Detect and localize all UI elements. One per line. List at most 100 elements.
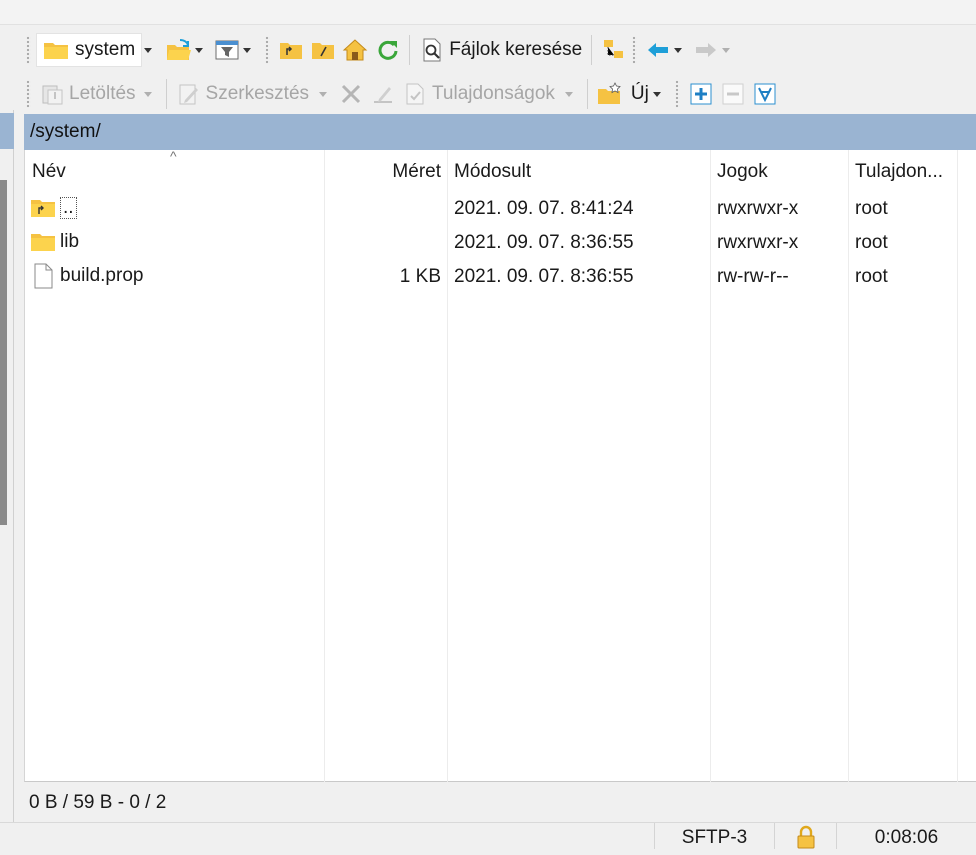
edit-button[interactable]: Szerkesztés <box>173 78 335 110</box>
column-header-owner[interactable]: Tulajdon... <box>848 150 957 192</box>
download-dropdown-arrow[interactable] <box>143 91 152 97</box>
column-header-size[interactable]: Méret <box>324 150 447 192</box>
tree-view-button[interactable] <box>598 34 630 66</box>
open-folder-icon <box>166 37 192 63</box>
file-row[interactable]: .. 2021. 09. 07. 8:41:24 rwxrwxr-x root <box>25 192 976 226</box>
refresh-icon <box>374 37 400 63</box>
filter-button[interactable] <box>211 34 259 66</box>
file-name-text: build.prop <box>60 265 144 286</box>
file-owner-cell: root <box>855 232 888 253</box>
file-rights-cell: rwxrwxr-x <box>717 232 799 253</box>
column-header-modified-label: Módosult <box>454 161 532 182</box>
edit-icon <box>176 81 202 107</box>
file-modified-cell: 2021. 09. 07. 8:41:24 <box>454 198 634 219</box>
column-header-size-label: Méret <box>392 161 441 182</box>
forward-button[interactable] <box>690 34 738 66</box>
filter-dropdown-arrow[interactable] <box>243 47 252 53</box>
rename-icon <box>370 81 396 107</box>
download-icon <box>39 81 65 107</box>
home-icon <box>342 37 368 63</box>
toolbar-grip[interactable] <box>26 80 31 108</box>
file-name-text: lib <box>60 231 80 252</box>
toolbar-grip[interactable] <box>674 80 680 108</box>
toolbar-separator <box>165 79 167 109</box>
select-all-button[interactable] <box>749 78 781 110</box>
folder-icon <box>43 37 69 63</box>
properties-icon <box>402 81 428 107</box>
parent-directory-button[interactable] <box>275 34 307 66</box>
file-owner-cell: root <box>855 198 888 219</box>
back-dropdown-arrow[interactable] <box>674 47 683 53</box>
find-files-button[interactable]: Fájlok keresése <box>416 34 585 66</box>
left-scrollbar-thumb[interactable] <box>0 180 7 525</box>
parent-folder-icon <box>30 195 56 221</box>
file-row[interactable]: lib 2021. 09. 07. 8:36:55 rwxrwxr-x root <box>25 226 976 260</box>
toolbar-separator <box>591 35 593 65</box>
file-name-text: .. <box>60 197 77 219</box>
drive-selector-label: system <box>75 39 136 60</box>
title-strip <box>0 0 976 25</box>
session-timer-text: 0:08:06 <box>874 827 939 848</box>
column-header-owner-label: Tulajdon... <box>855 161 944 182</box>
home-directory-button[interactable] <box>339 34 371 66</box>
file-size-cell: 1 KB <box>399 266 441 287</box>
select-all-icon <box>752 81 778 107</box>
column-header-name-label: Név <box>32 161 66 182</box>
find-files-icon <box>419 37 445 63</box>
download-label: Letöltés <box>69 83 136 104</box>
properties-dropdown-arrow[interactable] <box>564 91 573 97</box>
selection-status-text: 0 B / 59 B - 0 / 2 <box>29 792 167 813</box>
column-header-rights[interactable]: Jogok <box>710 150 848 192</box>
column-header-modified[interactable]: Módosult <box>447 150 710 192</box>
edit-label: Szerkesztés <box>205 83 310 104</box>
forward-dropdown-arrow[interactable] <box>722 47 731 53</box>
select-files-button[interactable] <box>685 78 717 110</box>
file-rights-cell: rw-rw-r-- <box>717 266 789 287</box>
file-modified-cell: 2021. 09. 07. 8:36:55 <box>454 266 634 287</box>
drive-dropdown-arrow[interactable] <box>144 47 153 53</box>
refresh-button[interactable] <box>371 34 403 66</box>
close-icon <box>338 81 364 107</box>
back-button[interactable] <box>642 34 690 66</box>
download-button[interactable]: Letöltés <box>36 78 160 110</box>
new-button[interactable]: Új <box>594 78 669 110</box>
plus-icon <box>688 81 714 107</box>
open-directory-dropdown-arrow[interactable] <box>195 47 204 53</box>
rename-button[interactable] <box>367 78 399 110</box>
file-row[interactable]: build.prop 1 KB 2021. 09. 07. 8:36:55 rw… <box>25 260 976 294</box>
column-header-name[interactable]: ^ Név <box>25 148 324 192</box>
file-modified-cell: 2021. 09. 07. 8:36:55 <box>454 232 634 253</box>
toolbar-grip[interactable] <box>26 36 31 64</box>
file-list[interactable]: ^ Név Méret Módosult Jogok Tulajdon... .… <box>24 148 976 782</box>
toolbar-separator <box>409 35 411 65</box>
current-path-text: /system/ <box>30 121 101 142</box>
toolbar-separator <box>586 79 588 109</box>
filter-icon <box>214 37 240 63</box>
root-folder-icon <box>310 37 336 63</box>
protocol-status[interactable]: SFTP-3 <box>654 823 774 849</box>
unselect-files-button[interactable] <box>717 78 749 110</box>
file-icon <box>30 263 56 289</box>
properties-label: Tulajdonságok <box>432 83 555 104</box>
drive-selector[interactable]: system <box>36 33 143 67</box>
new-dropdown-arrow[interactable] <box>652 91 661 97</box>
protocol-status-text: SFTP-3 <box>681 827 748 848</box>
selection-status: 0 B / 59 B - 0 / 2 <box>24 782 976 822</box>
file-rights-cell: rwxrwxr-x <box>717 198 799 219</box>
navigation-toolbar: system Fájlok keresése <box>24 30 738 70</box>
folder-icon <box>30 229 56 255</box>
current-path-bar[interactable]: /system/ <box>24 114 976 150</box>
minus-icon <box>720 81 746 107</box>
open-directory-button[interactable] <box>163 34 211 66</box>
file-name-cell: .. <box>30 195 77 221</box>
file-owner-cell: root <box>855 266 888 287</box>
sort-ascending-icon: ^ <box>170 148 177 164</box>
toolbar-grip[interactable] <box>632 36 638 64</box>
properties-button[interactable]: Tulajdonságok <box>399 78 581 110</box>
edit-dropdown-arrow[interactable] <box>319 91 328 97</box>
toolbar-grip[interactable] <box>265 36 271 64</box>
root-directory-button[interactable] <box>307 34 339 66</box>
file-name-cell: lib <box>30 229 79 255</box>
delete-button[interactable] <box>335 78 367 110</box>
encryption-status[interactable] <box>774 823 836 849</box>
